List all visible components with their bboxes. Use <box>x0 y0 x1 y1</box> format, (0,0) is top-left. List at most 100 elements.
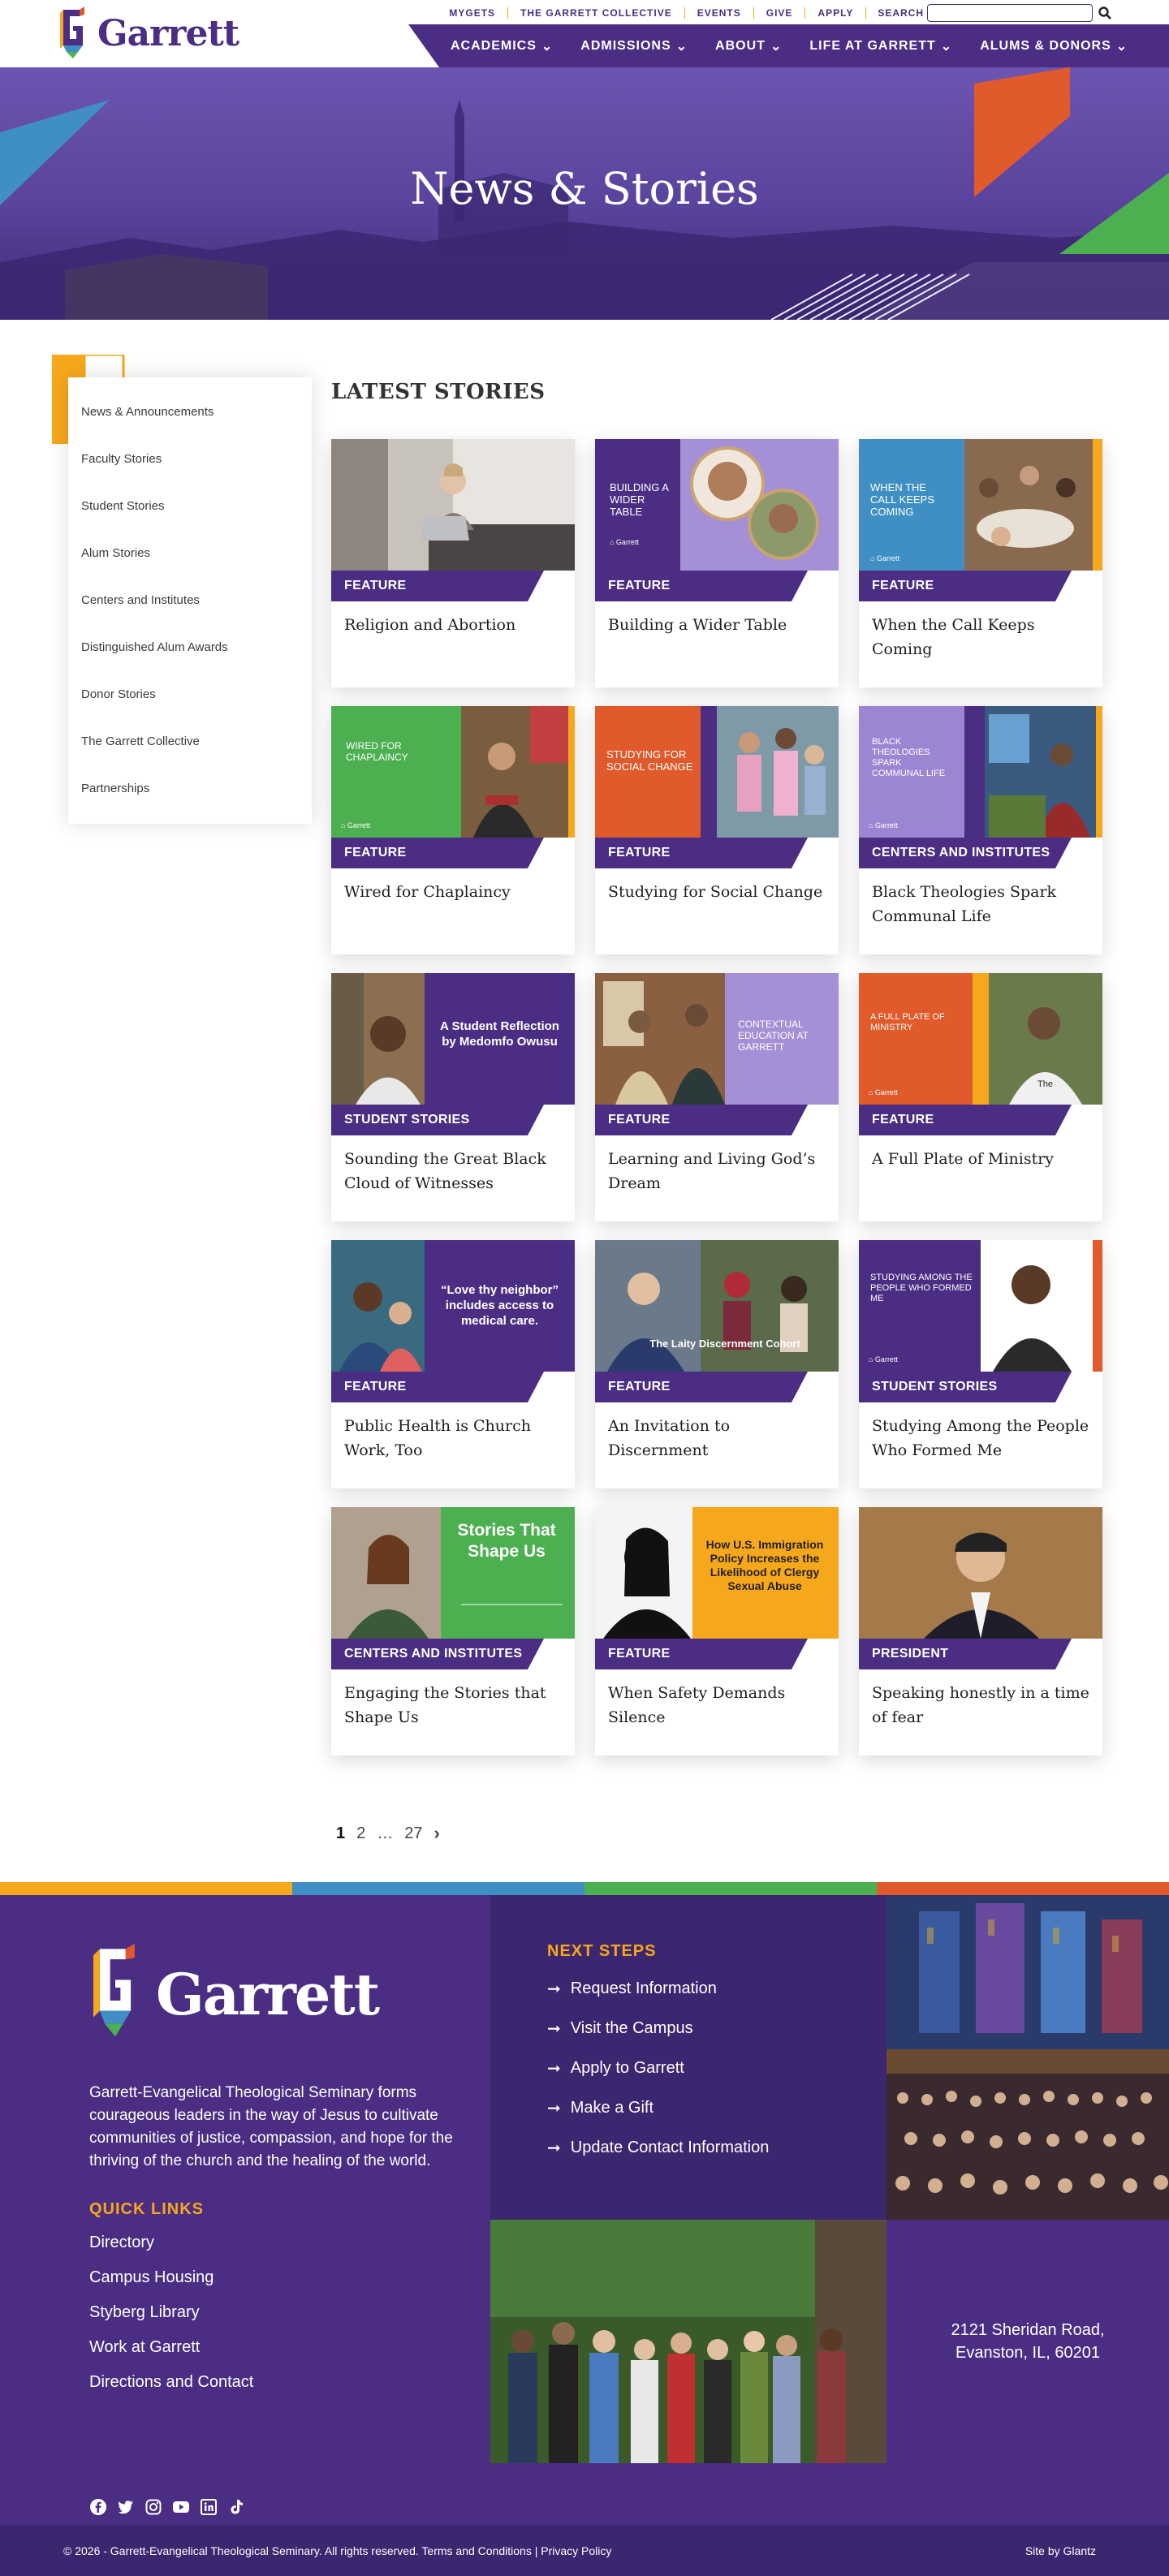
story-card[interactable]: ⌂ Garrett WIRED FOR CHAPLAINCY FEATURE W… <box>331 706 575 954</box>
story-image <box>331 439 575 571</box>
quick-link-campus-housing[interactable]: Campus Housing <box>89 2268 463 2287</box>
story-category: FEATURE <box>595 838 808 868</box>
page-current[interactable]: 1 <box>336 1824 345 1843</box>
nav-academics[interactable]: ACADEMICS ⌄ <box>451 38 553 54</box>
linkedin-icon[interactable] <box>200 2498 218 2516</box>
next-steps: NEXT STEPS ➞ Request Information ➞ Visit t… <box>547 1942 769 2178</box>
sidebar-item-distinguished-alum-awards[interactable]: Distinguished Alum Awards <box>68 624 312 671</box>
story-card[interactable]: ⌂ Garrett WHEN THE CALL KEEPS COMING FEA… <box>859 439 1102 687</box>
story-image: ⌂ Garrett STUDYING AMONG THE PEOPLE WHO … <box>859 1240 1102 1372</box>
story-card[interactable]: Stories That Shape Us CENTERS AND INSTIT… <box>331 1507 575 1755</box>
story-card[interactable]: ⌂ Garrett BLACK THEOLOGIES SPARK COMMUNA… <box>859 706 1102 954</box>
nav-life-at-garrett[interactable]: LIFE AT GARRETT ⌄ <box>809 38 952 54</box>
story-card[interactable]: “Love thy neighbor” includes access to m… <box>331 1240 575 1488</box>
story-card[interactable]: ⌂ Garrett BUILDING A WIDER TABLE FEATURE… <box>595 439 839 687</box>
quick-link-styberg-library[interactable]: Styberg Library <box>89 2303 463 2322</box>
svg-text:⌂ Garrett: ⌂ Garrett <box>341 821 370 829</box>
footer-logo[interactable]: Garrett <box>89 1944 463 2044</box>
next-step-label: Update Contact Information <box>570 2139 770 2156</box>
story-card[interactable]: A Student Reflection by Medomfo Owusu ST… <box>331 973 575 1221</box>
nav-alums-label: ALUMS & DONORS <box>980 38 1111 53</box>
next-step-request-info[interactable]: ➞ Request Information <box>547 1979 769 1999</box>
story-card[interactable]: The ⌂ Garrett A FULL PLATE OF MINISTRY FE… <box>859 973 1102 1221</box>
facebook-icon[interactable] <box>89 2498 107 2516</box>
story-card[interactable]: CONTEXTUAL EDUCATION AT GARRETT FEATURE … <box>595 973 839 1221</box>
page-link-last[interactable]: 27 <box>404 1824 422 1843</box>
story-card[interactable]: The Laity Discernment Cohort FEATURE An … <box>595 1240 839 1488</box>
sidebar-item-student-stories[interactable]: Student Stories <box>68 483 312 530</box>
next-step-visit-campus[interactable]: ➞ Visit the Campus <box>547 2018 769 2039</box>
story-category: FEATURE <box>859 1105 1072 1135</box>
story-image-text: WHEN THE CALL KEEPS COMING <box>870 481 935 518</box>
nav-alums-donors[interactable]: ALUMS & DONORS ⌄ <box>980 38 1128 54</box>
svg-text:⌂ Garrett: ⌂ Garrett <box>869 1088 898 1096</box>
next-step-label: Request Information <box>570 1979 717 1997</box>
privacy-link[interactable]: Privacy Policy <box>541 2544 611 2557</box>
story-card[interactable]: FEATURE Religion and Abortion <box>331 439 575 687</box>
story-category: FEATURE <box>595 1639 808 1669</box>
sidebar-item-centers-institutes[interactable]: Centers and Institutes <box>68 577 312 624</box>
next-step-make-gift[interactable]: ➞ Make a Gift <box>547 2098 769 2118</box>
quick-link-directory[interactable]: Directory <box>89 2234 463 2252</box>
story-category: STUDENT STORIES <box>859 1372 1072 1402</box>
nav-admissions[interactable]: ADMISSIONS ⌄ <box>580 38 688 54</box>
utility-link-give[interactable]: GIVE <box>754 7 806 19</box>
story-title: Engaging the Stories that Shape Us <box>344 1684 546 1726</box>
arrow-right-icon: ➞ <box>547 2100 561 2117</box>
sidebar-item-alum-stories[interactable]: Alum Stories <box>68 530 312 577</box>
story-title: Studying Among the People Who Formed Me <box>872 1417 1089 1459</box>
story-image-text: STUDYING AMONG THE PEOPLE WHO FORMED ME <box>870 1273 973 1303</box>
quick-link-work-at-garrett[interactable]: Work at Garrett <box>89 2338 463 2357</box>
story-card[interactable]: PRESIDENT Speaking honestly in a time of… <box>859 1507 1102 1755</box>
site-logo[interactable]: Garrett <box>57 6 239 60</box>
instagram-icon[interactable] <box>145 2498 162 2516</box>
story-image-text: The Laity Discernment Cohort <box>649 1338 800 1350</box>
quick-links: Directory Campus Housing Styberg Library… <box>89 2234 463 2392</box>
utility-link-events[interactable]: EVENTS <box>685 7 754 19</box>
story-title: Speaking honestly in a time of fear <box>872 1684 1089 1726</box>
story-title: Studying for Social Change <box>608 883 823 901</box>
story-image: CONTEXTUAL EDUCATION AT GARRETT <box>595 973 839 1105</box>
story-image <box>859 1507 1102 1639</box>
sidebar-item-partnerships[interactable]: Partnerships <box>68 765 312 812</box>
story-title: Wired for Chaplaincy <box>344 883 511 901</box>
address-line-1: 2121 Sheridan Road, <box>951 2321 1105 2339</box>
story-title: When the Call Keeps Coming <box>872 616 1035 658</box>
nav-admissions-label: ADMISSIONS <box>580 38 671 53</box>
twitter-icon[interactable] <box>117 2498 135 2516</box>
sidebar-item-garrett-collective[interactable]: The Garrett Collective <box>68 718 312 765</box>
next-step-apply[interactable]: ➞ Apply to Garrett <box>547 2058 769 2078</box>
nav-academics-label: ACADEMICS <box>451 38 537 53</box>
next-page-chevron-icon[interactable]: › <box>434 1823 440 1844</box>
utility-nav: MYGETS THE GARRETT COLLECTIVE EVENTS GIV… <box>437 4 1112 22</box>
chevron-down-icon: ⌄ <box>770 39 783 54</box>
sidebar-item-faculty-stories[interactable]: Faculty Stories <box>68 436 312 483</box>
quick-link-directions-contact[interactable]: Directions and Contact <box>89 2373 463 2392</box>
sidebar-item-news-announcements[interactable]: News & Announcements <box>68 389 312 436</box>
story-image-text: How U.S. Immigration Policy Increases th… <box>705 1538 824 1592</box>
utility-link-garrett-collective[interactable]: THE GARRETT COLLECTIVE <box>508 7 685 19</box>
utility-link-mygets[interactable]: MYGETS <box>437 7 509 19</box>
news-category-sidebar: News & Announcements Faculty Stories Stu… <box>68 377 312 824</box>
site-credit-link[interactable]: Site by Glantz <box>1025 2544 1096 2557</box>
terms-link[interactable]: Terms and Conditions <box>421 2544 531 2557</box>
search-icon[interactable] <box>1098 6 1112 20</box>
story-card[interactable]: How U.S. Immigration Policy Increases th… <box>595 1507 839 1755</box>
page-link[interactable]: 2 <box>356 1824 365 1843</box>
next-step-update-contact[interactable]: ➞ Update Contact Information <box>547 2138 769 2158</box>
sidebar-item-donor-stories[interactable]: Donor Stories <box>68 671 312 718</box>
story-category: CENTERS AND INSTITUTES <box>331 1639 544 1669</box>
youtube-icon[interactable] <box>172 2498 190 2516</box>
search-label: SEARCH <box>878 7 924 19</box>
svg-text:⌂ Garrett: ⌂ Garrett <box>869 1355 898 1363</box>
story-category: FEATURE <box>595 571 808 601</box>
story-title: Sounding the Great Black Cloud of Witnes… <box>344 1150 546 1192</box>
story-card[interactable]: STUDYING FOR SOCIAL CHANGE FEATURE Study… <box>595 706 839 954</box>
tiktok-icon[interactable] <box>227 2498 245 2516</box>
search-input[interactable] <box>927 4 1093 22</box>
story-card[interactable]: ⌂ Garrett STUDYING AMONG THE PEOPLE WHO … <box>859 1240 1102 1488</box>
utility-link-apply[interactable]: APPLY <box>805 7 867 19</box>
story-title: Religion and Abortion <box>344 616 516 634</box>
nav-about[interactable]: ABOUT ⌄ <box>715 38 782 54</box>
footer-description: Garrett-Evangelical Theological Seminary… <box>89 2084 453 2169</box>
